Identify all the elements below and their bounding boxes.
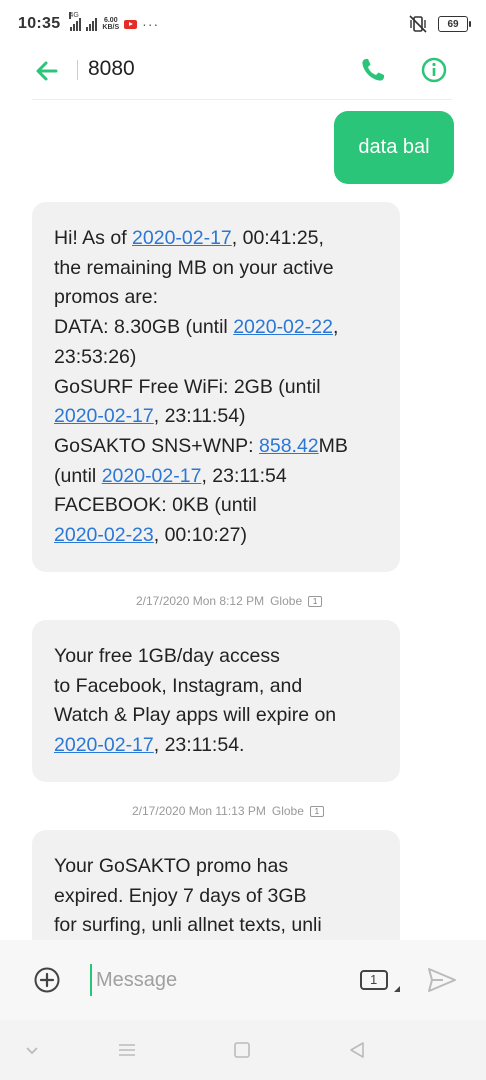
message-meta: 2/17/2020 Mon 11:13 PM Globe 1	[132, 804, 324, 818]
message-text: the remaining MB on your active	[54, 256, 334, 279]
message-meta: 2/17/2020 Mon 8:12 PM Globe 1	[136, 594, 323, 608]
message-line: the remaining MB on your active	[54, 254, 378, 284]
message-line: 2020-02-23, 00:10:27)	[54, 521, 378, 551]
status-time: 10:35	[18, 15, 61, 32]
message-text: to Facebook, Instagram, and	[54, 674, 303, 697]
back-arrow-icon[interactable]	[32, 56, 62, 86]
back-triangle-icon[interactable]	[345, 1038, 369, 1062]
message-text: , 00:41:25,	[231, 227, 324, 249]
message-text: DATA: 8.30GB (until	[54, 316, 234, 339]
outgoing-message[interactable]: data bal	[334, 111, 454, 184]
battery-level: 69	[447, 18, 459, 30]
message-text: for surfing, unli allnet texts, unli	[54, 914, 322, 937]
message-line: Hi! As of 2020-02-17, 00:41:25,	[54, 224, 378, 254]
phone-call-icon[interactable]	[359, 56, 387, 84]
message-date: 2/17/2020 Mon 11:13 PM	[132, 804, 266, 818]
message-line: expired. Enjoy 7 days of 3GB	[54, 882, 378, 912]
message-sender: Globe	[270, 594, 303, 608]
message-link[interactable]: 2020-02-17	[102, 465, 202, 487]
message-line: (until 2020-02-17, 23:11:54	[54, 462, 378, 492]
conversation-header: 8080	[0, 48, 486, 94]
message-text: Hi! As of	[54, 227, 133, 249]
message-line: DATA: 8.30GB (until 2020-02-22,	[54, 313, 378, 343]
chevron-down-icon[interactable]	[20, 1038, 44, 1062]
status-icons: 4G 6.00 KB/S ···	[69, 11, 160, 32]
sim-card-icon	[360, 970, 400, 992]
system-nav-bar	[0, 1020, 486, 1080]
message-line: GoSURF Free WiFi: 2GB (until	[54, 373, 378, 403]
message-link[interactable]: 2020-02-17	[54, 405, 154, 427]
add-attachment-icon[interactable]	[33, 966, 61, 994]
youtube-icon	[124, 19, 138, 29]
message-line: to Facebook, Instagram, and	[54, 672, 378, 702]
info-icon[interactable]	[420, 56, 448, 84]
message-link[interactable]: 858.42	[259, 435, 319, 457]
message-text: , 23:11:54)	[153, 405, 246, 428]
message-text: expired. Enjoy 7 days of 3GB	[54, 884, 307, 907]
message-line: FACEBOOK: 0KB (until	[54, 491, 378, 521]
menu-icon[interactable]	[115, 1038, 139, 1062]
message-sender: Globe	[271, 804, 304, 818]
signal-icon: 4G	[69, 11, 82, 31]
more-notifications-icon: ···	[142, 16, 160, 32]
status-bar: 10:35 4G 6.00 KB/S ··· 69	[0, 0, 486, 48]
sim-selector[interactable]: 1	[360, 968, 402, 994]
message-text: Your GoSAKTO promo has	[54, 855, 289, 877]
message-line: GoSAKTO SNS+WNP: 858.42MB	[54, 432, 378, 462]
message-text: , 23:11:54.	[153, 734, 245, 757]
contact-title[interactable]: 8080	[88, 57, 135, 81]
message-text: ,	[332, 316, 339, 339]
message-link[interactable]: 2020-02-17	[132, 227, 232, 249]
incoming-message[interactable]: Hi! As of 2020-02-17, 00:41:25, the remai…	[32, 202, 400, 572]
status-right: 69	[408, 15, 471, 33]
battery-icon: 69	[438, 16, 471, 32]
network-speed: 6.00 KB/S	[102, 17, 119, 31]
message-link[interactable]: 2020-02-22	[233, 316, 333, 338]
header-separator	[77, 60, 78, 80]
message-line: 2020-02-17, 23:11:54.	[54, 731, 378, 761]
sim-card-icon: 1	[308, 595, 323, 607]
send-icon[interactable]	[427, 966, 457, 994]
header-divider	[32, 99, 452, 100]
message-link[interactable]: 2020-02-23	[54, 524, 154, 546]
message-line: Your GoSAKTO promo has	[54, 852, 378, 882]
outgoing-message-text: data bal	[358, 136, 430, 158]
home-square-icon[interactable]	[230, 1038, 254, 1062]
message-text: GoSAKTO SNS+WNP:	[54, 434, 259, 457]
vibrate-mute-icon	[409, 15, 427, 33]
signal-tag: 4G	[69, 11, 79, 19]
message-text: Watch & Play apps will expire on	[54, 704, 337, 727]
incoming-message[interactable]: Your free 1GB/day access to Facebook, Ins…	[32, 620, 400, 782]
message-line: for surfing, unli allnet texts, unli	[54, 911, 378, 941]
message-line: Watch & Play apps will expire on	[54, 701, 378, 731]
message-line: 23:53:26)	[54, 343, 378, 373]
message-text: , 23:11:54	[201, 464, 287, 487]
message-text: Your free 1GB/day access	[54, 645, 280, 667]
message-line: promos are:	[54, 283, 378, 313]
message-text: FACEBOOK: 0KB (until	[54, 494, 257, 517]
message-text: MB	[318, 434, 348, 457]
message-input[interactable]	[90, 964, 340, 996]
message-line: 2020-02-17, 23:11:54)	[54, 402, 378, 432]
speed-unit: KB/S	[102, 24, 120, 31]
signal-icon-2	[86, 17, 98, 31]
speed-value: 6.00	[103, 17, 118, 24]
message-text: , 00:10:27)	[153, 524, 247, 547]
message-text: (until	[54, 464, 102, 487]
message-line: Your free 1GB/day access	[54, 642, 378, 672]
message-text: promos are:	[54, 286, 159, 309]
message-date: 2/17/2020 Mon 8:12 PM	[136, 594, 265, 608]
message-composer: 1	[0, 940, 486, 1020]
message-link[interactable]: 2020-02-17	[54, 734, 154, 756]
sim-selector-label: 1	[370, 972, 378, 987]
message-text: 23:53:26)	[54, 345, 137, 368]
sim-card-icon: 1	[309, 805, 324, 817]
message-text: GoSURF Free WiFi: 2GB (until	[54, 375, 321, 398]
